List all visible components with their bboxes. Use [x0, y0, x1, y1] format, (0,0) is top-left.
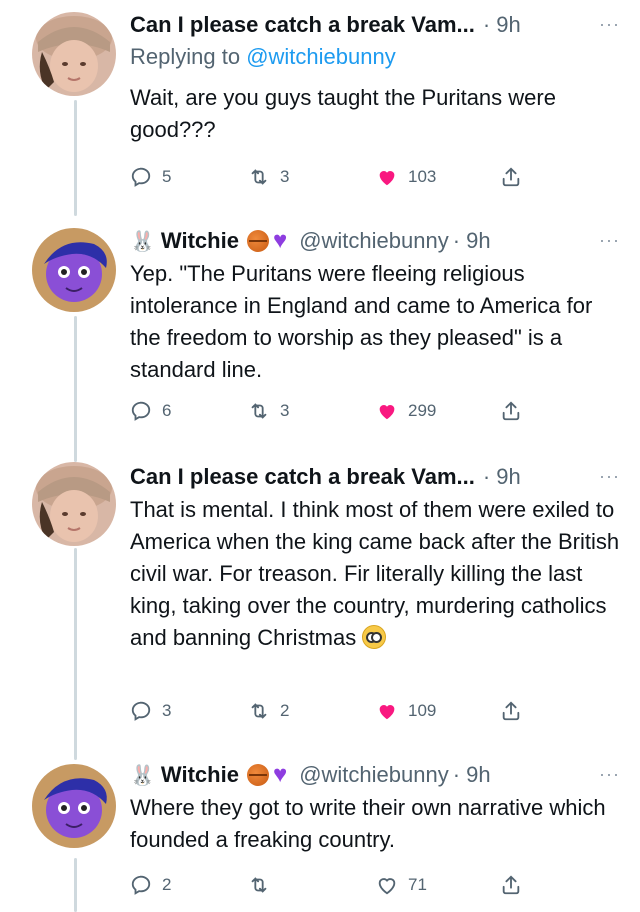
replying-to: Replying to @witchiebunny [130, 44, 626, 70]
retweet-count: 3 [280, 401, 290, 420]
share-button[interactable] [500, 162, 532, 192]
like-button[interactable]: 71 [376, 870, 427, 900]
handle[interactable]: @witchiebunny [299, 228, 449, 254]
retweet-button[interactable]: 2 [248, 696, 289, 726]
avatar[interactable] [32, 228, 116, 312]
replying-handle-link[interactable]: @witchiebunny [246, 44, 396, 69]
tweet-text: Where they got to write their own narrat… [130, 795, 606, 852]
like-button[interactable]: 103 [376, 162, 436, 192]
retweet-icon [251, 703, 267, 719]
tweet-actions: 5 3 103 [130, 162, 530, 192]
like-count: 71 [408, 875, 427, 894]
retweet-count: 3 [280, 167, 290, 186]
replying-prefix: Replying to [130, 44, 247, 69]
purple-heart-emoji-icon: ♥ [272, 227, 288, 254]
avatar[interactable] [32, 462, 116, 546]
heart-icon [379, 171, 395, 186]
thread-line [74, 858, 77, 912]
tweet-text: That is mental. I think most of them wer… [130, 494, 626, 654]
thread-line [74, 316, 77, 462]
display-name[interactable]: Witchie [161, 228, 239, 254]
reply-count: 2 [162, 875, 172, 894]
retweet-button[interactable] [248, 870, 280, 900]
reply-button[interactable]: 3 [130, 696, 171, 726]
tweet-header: 🐰 Witchie ♥ @witchiebunny · 9h [130, 760, 626, 790]
like-count: 103 [408, 167, 437, 186]
timestamp[interactable]: · 9h [483, 12, 521, 38]
reply-icon [131, 875, 151, 895]
reply-count: 5 [162, 167, 172, 186]
basketball-emoji-icon [246, 230, 269, 252]
heart-icon [378, 878, 396, 895]
reply-button[interactable]: 6 [130, 396, 171, 426]
more-icon[interactable]: ··· [599, 764, 620, 785]
like-button[interactable]: 299 [376, 396, 436, 426]
tweet-header: Can I please catch a break Vam... · 9h [130, 10, 626, 40]
share-icon [502, 701, 520, 721]
display-name[interactable]: Witchie [161, 762, 239, 788]
share-icon [502, 401, 520, 421]
bunny-emoji-icon: 🐰 [130, 230, 155, 253]
retweet-button[interactable]: 3 [248, 396, 289, 426]
reply-icon [131, 167, 151, 187]
like-button[interactable]: 109 [376, 696, 436, 726]
share-button[interactable] [500, 696, 532, 726]
retweet-button[interactable]: 3 [248, 162, 289, 192]
more-icon[interactable]: ··· [599, 14, 620, 35]
handle[interactable]: @witchiebunny [299, 762, 449, 788]
like-count: 299 [408, 401, 437, 420]
thread-line [74, 100, 77, 216]
tweet-header: Can I please catch a break Vam... · 9h [130, 462, 626, 492]
heart-icon [379, 405, 395, 420]
retweet-icon [251, 403, 267, 419]
more-icon[interactable]: ··· [599, 466, 620, 487]
reply-icon [131, 401, 151, 421]
reply-button[interactable]: 2 [130, 870, 171, 900]
reply-button[interactable]: 5 [130, 162, 171, 192]
tweet-actions: 2 71 [130, 870, 530, 900]
share-icon [502, 167, 520, 187]
timestamp[interactable]: · 9h [453, 762, 491, 788]
flushed-face-emoji-icon [362, 625, 387, 649]
share-button[interactable] [500, 396, 532, 426]
avatar[interactable] [32, 764, 116, 848]
reply-count: 3 [162, 701, 172, 720]
timestamp[interactable]: · 9h [453, 228, 491, 254]
tweet-header: 🐰 Witchie ♥ @witchiebunny · 9h [130, 226, 626, 256]
heart-icon [379, 705, 395, 720]
display-name[interactable]: Can I please catch a break Vam... [130, 12, 475, 38]
reply-icon [131, 701, 151, 721]
retweet-icon [251, 877, 267, 893]
avatar[interactable] [32, 12, 116, 96]
tweet-actions: 3 2 109 [130, 696, 530, 726]
share-button[interactable] [500, 870, 532, 900]
retweet-count: 2 [280, 701, 290, 720]
reply-count: 6 [162, 401, 172, 420]
timestamp[interactable]: · 9h [483, 464, 521, 490]
like-count: 109 [408, 701, 437, 720]
share-icon [502, 875, 520, 895]
tweet-actions: 6 3 299 [130, 396, 530, 426]
tweet-text: Wait, are you guys taught the Puritans w… [130, 85, 556, 142]
bunny-emoji-icon: 🐰 [130, 764, 155, 787]
purple-heart-emoji-icon: ♥ [272, 761, 288, 788]
retweet-icon [251, 169, 267, 185]
basketball-emoji-icon [246, 764, 269, 786]
display-name[interactable]: Can I please catch a break Vam... [130, 464, 475, 490]
tweet-text: Yep. "The Puritans were fleeing religiou… [130, 261, 593, 382]
thread-line [74, 548, 77, 760]
more-icon[interactable]: ··· [599, 230, 620, 251]
